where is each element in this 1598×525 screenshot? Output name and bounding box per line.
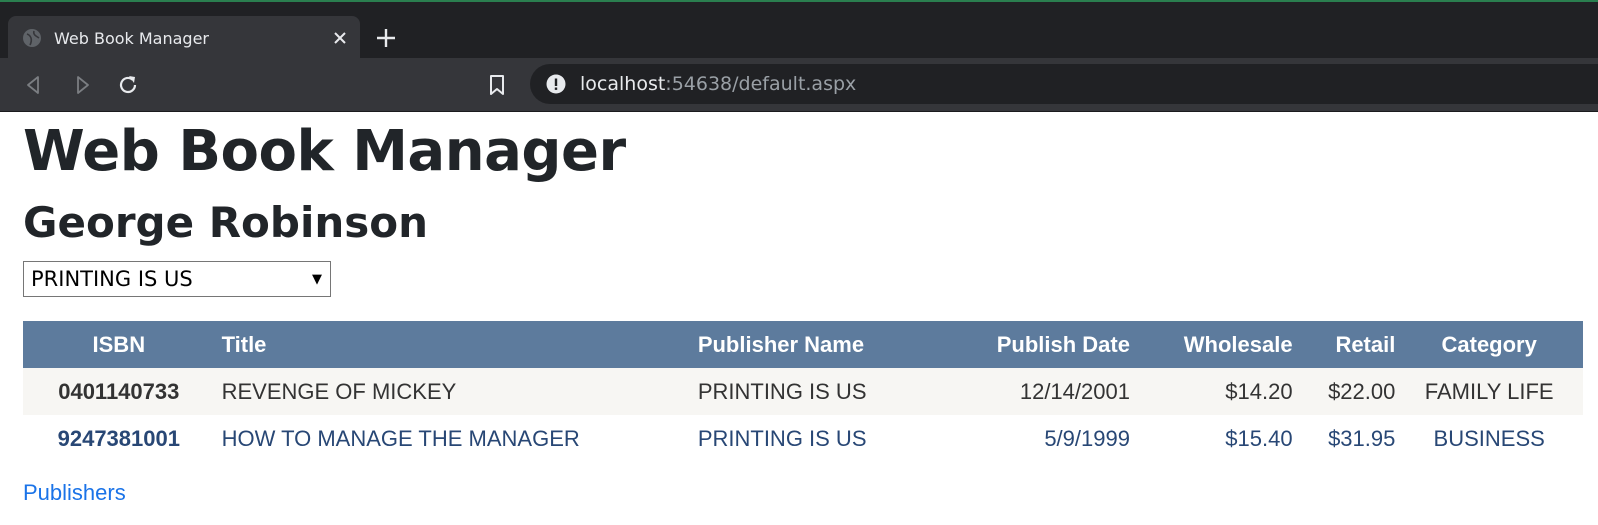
bookmark-icon[interactable]	[485, 73, 509, 97]
cell-category: FAMILY LIFE	[1395, 368, 1583, 415]
cell-title: REVENGE OF MICKEY	[210, 368, 698, 415]
user-name: George Robinson	[23, 198, 429, 247]
address-bar[interactable]: localhost:54638/default.aspx	[530, 64, 1598, 104]
cell-publish-date: 12/14/2001	[942, 368, 1130, 415]
cell-publish-date: 5/9/1999	[942, 415, 1130, 462]
reload-icon[interactable]	[116, 73, 140, 97]
cell-retail: $31.95	[1292, 415, 1396, 462]
url-host: localhost	[580, 73, 666, 95]
page-title: Web Book Manager	[23, 119, 626, 184]
cell-isbn: 0401140733	[23, 368, 211, 415]
column-header-category: Category	[1395, 321, 1583, 368]
tab-strip: Web Book Manager	[0, 0, 1598, 60]
publishers-link[interactable]: Publishers	[23, 480, 126, 506]
column-header-title: Title	[210, 321, 698, 368]
back-icon[interactable]	[22, 73, 46, 97]
column-header-wholesale: Wholesale	[1129, 321, 1293, 368]
books-table: ISBN Title Publisher Name Publish Date W…	[23, 321, 1583, 462]
column-header-publish-date: Publish Date	[942, 321, 1130, 368]
cell-publisher: PRINTING IS US	[697, 368, 943, 415]
column-header-retail: Retail	[1292, 321, 1396, 368]
browser-chrome: Web Book Manager localhost:54638/default…	[0, 0, 1598, 112]
cell-title: HOW TO MANAGE THE MANAGER	[210, 415, 698, 462]
publisher-dropdown-value: PRINTING IS US	[31, 267, 193, 291]
table-header-row: ISBN Title Publisher Name Publish Date W…	[23, 321, 1583, 368]
globe-icon	[22, 28, 42, 48]
table-row: 9247381001 HOW TO MANAGE THE MANAGER PRI…	[23, 415, 1583, 462]
browser-tab[interactable]: Web Book Manager	[8, 16, 360, 60]
browser-toolbar: localhost:54638/default.aspx	[0, 58, 1598, 112]
cell-wholesale: $15.40	[1129, 415, 1293, 462]
cell-isbn: 9247381001	[23, 415, 211, 462]
plus-icon[interactable]	[374, 26, 398, 50]
publisher-dropdown[interactable]: PRINTING IS US ▼	[23, 261, 331, 297]
cell-publisher: PRINTING IS US	[697, 415, 943, 462]
cell-wholesale: $14.20	[1129, 368, 1293, 415]
forward-icon[interactable]	[70, 73, 94, 97]
cell-category: BUSINESS	[1395, 415, 1583, 462]
page-content: Web Book Manager George Robinson PRINTIN…	[0, 112, 1598, 506]
url-text[interactable]: localhost:54638/default.aspx	[580, 73, 856, 95]
close-icon[interactable]	[330, 28, 350, 48]
column-header-publisher: Publisher Name	[697, 321, 943, 368]
table-row: 0401140733 REVENGE OF MICKEY PRINTING IS…	[23, 368, 1583, 415]
cell-retail: $22.00	[1292, 368, 1396, 415]
url-path: :54638/default.aspx	[665, 73, 857, 95]
info-icon[interactable]	[546, 74, 566, 94]
tab-title: Web Book Manager	[54, 28, 210, 48]
dropdown-arrow-icon: ▼	[312, 271, 322, 287]
column-header-isbn: ISBN	[23, 321, 211, 368]
